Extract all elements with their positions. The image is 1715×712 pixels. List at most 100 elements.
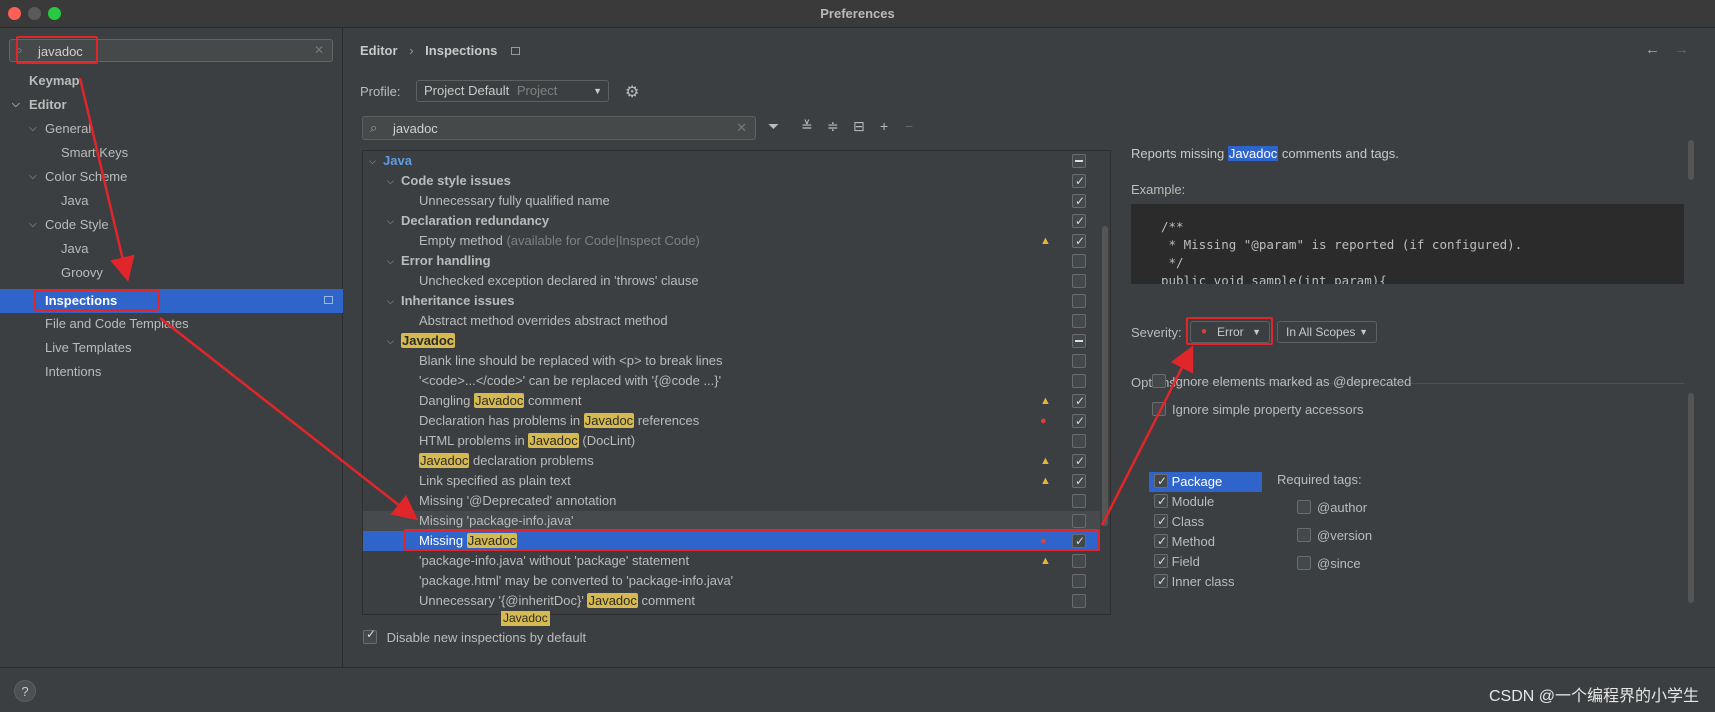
tree-checkbox[interactable]	[1072, 391, 1086, 411]
kind-inner-class[interactable]: Inner class	[1149, 571, 1262, 592]
collapse-all-icon[interactable]: ≑	[827, 118, 839, 135]
options-scrollbar[interactable]	[1688, 393, 1694, 603]
chevron-down-icon[interactable]: ⌵	[29, 166, 37, 188]
kind-method[interactable]: Method	[1149, 531, 1262, 552]
tag-checkbox[interactable]	[1297, 528, 1311, 542]
tree-checkbox[interactable]	[1072, 294, 1086, 308]
chevron-down-icon[interactable]: ⌵	[387, 251, 394, 271]
sidebar-item-groovy[interactable]: Groovy	[61, 262, 103, 284]
tree-row-pkg-info-without[interactable]: 'package-info.java' without 'package' st…	[363, 551, 1100, 571]
tree-row-abstract-overrides[interactable]: Abstract method overrides abstract metho…	[363, 311, 1100, 331]
expand-all-icon[interactable]: ≚	[801, 118, 813, 135]
kind-checkbox[interactable]	[1154, 531, 1168, 551]
scope-combo[interactable]: In All Scopes ▼	[1277, 321, 1377, 343]
sidebar-item-live-templates[interactable]: Live Templates	[45, 337, 131, 359]
kind-package[interactable]: Package	[1149, 471, 1262, 492]
kind-module[interactable]: Module	[1149, 491, 1262, 512]
tree-row-dangling[interactable]: Dangling Javadoc comment ▲	[363, 391, 1100, 411]
tree-row-missing-pkg-info[interactable]: Missing 'package-info.java'	[363, 511, 1100, 531]
sidebar-item-file-templates[interactable]: File and Code Templates	[45, 313, 189, 335]
tree-checkbox[interactable]	[1072, 211, 1086, 231]
forward-arrow-icon[interactable]: →	[1674, 41, 1703, 58]
tree-row-link-plain[interactable]: Link specified as plain text ▲	[363, 471, 1100, 491]
tree-row-pkg-html[interactable]: 'package.html' may be converted to 'pack…	[363, 571, 1100, 591]
kind-checkbox[interactable]	[1154, 571, 1168, 591]
profile-combo[interactable]: Project Default Project ▼	[416, 80, 609, 102]
sidebar-item-color-scheme-java[interactable]: Java	[61, 190, 88, 212]
gear-icon[interactable]: ⚙	[625, 82, 639, 102]
ignore-accessors-checkbox[interactable]	[1152, 402, 1166, 416]
inspection-search-input[interactable]: ⌕ javadoc ✕	[362, 116, 756, 140]
kind-checkbox[interactable]	[1154, 511, 1168, 531]
tree-row-code-style[interactable]: ⌵ Code style issues	[363, 171, 1100, 191]
chevron-down-icon[interactable]: ⌵	[29, 118, 37, 140]
chevron-down-icon[interactable]: ⌵	[387, 291, 394, 311]
breadcrumb-editor[interactable]: Editor	[360, 43, 398, 58]
clear-search-icon[interactable]: ✕	[736, 120, 747, 136]
tree-row-blank-line[interactable]: Blank line should be replaced with <p> t…	[363, 351, 1100, 371]
tree-checkbox[interactable]	[1072, 574, 1086, 588]
tree-row-jd-declaration[interactable]: Javadoc declaration problems ▲	[363, 451, 1100, 471]
tree-checkbox[interactable]	[1072, 434, 1086, 448]
reset-icon[interactable]: ⊟	[853, 118, 865, 135]
sidebar-item-code-style-java[interactable]: Java	[61, 238, 88, 260]
tree-checkbox[interactable]	[1072, 231, 1086, 251]
chevron-down-icon[interactable]: ⌵	[387, 171, 394, 191]
tree-row-html-problems[interactable]: HTML problems in Javadoc (DocLint)	[363, 431, 1100, 451]
ignore-accessors-option[interactable]: Ignore simple property accessors	[1152, 402, 1363, 417]
back-arrow-icon[interactable]: ←	[1645, 41, 1674, 58]
sidebar-item-intentions[interactable]: Intentions	[45, 361, 101, 383]
tree-row-javadoc[interactable]: ⌵ Javadoc	[363, 331, 1100, 351]
tree-row-code-replace[interactable]: '<code>...</code>' can be replaced with …	[363, 371, 1100, 391]
tree-checkbox[interactable]	[1072, 451, 1086, 471]
tree-row-java[interactable]: ⌵ Java	[363, 151, 1100, 171]
tree-checkbox[interactable]	[1072, 594, 1086, 608]
tree-row-error-handling[interactable]: ⌵ Error handling	[363, 251, 1100, 271]
tag-checkbox[interactable]	[1297, 556, 1311, 570]
kind-checkbox[interactable]	[1154, 551, 1168, 571]
ignore-deprecated-checkbox[interactable]	[1152, 374, 1166, 388]
tree-checkbox[interactable]	[1072, 314, 1086, 328]
chevron-down-icon[interactable]: ⌵	[387, 211, 394, 231]
tree-checkbox[interactable]	[1072, 154, 1086, 168]
description-scrollbar[interactable]	[1688, 140, 1694, 180]
disable-new-inspections[interactable]: Disable new inspections by default	[363, 627, 586, 645]
chevron-down-icon[interactable]: ⌵	[12, 94, 20, 116]
tree-checkbox[interactable]	[1072, 274, 1086, 288]
clear-search-icon[interactable]: ✕	[314, 43, 324, 57]
remove-icon[interactable]: −	[905, 118, 913, 134]
chevron-down-icon[interactable]: ⌵	[369, 151, 376, 171]
tree-checkbox[interactable]	[1072, 171, 1086, 191]
chevron-down-icon[interactable]: ⌵	[387, 331, 394, 351]
tree-row-decl-redundancy[interactable]: ⌵ Declaration redundancy	[363, 211, 1100, 231]
tree-checkbox[interactable]	[1072, 374, 1086, 388]
tree-scrollbar[interactable]	[1102, 226, 1108, 526]
tree-row-unchecked-exception[interactable]: Unchecked exception declared in 'throws'…	[363, 271, 1100, 291]
tree-checkbox[interactable]	[1072, 554, 1086, 568]
tree-checkbox[interactable]	[1072, 411, 1086, 431]
kind-field[interactable]: Field	[1149, 551, 1262, 572]
kind-checkbox[interactable]	[1154, 491, 1168, 511]
tree-row-unnecessary-fqn[interactable]: Unnecessary fully qualified name	[363, 191, 1100, 211]
tag-checkbox[interactable]	[1297, 500, 1311, 514]
tree-row-decl-problems[interactable]: Declaration has problems in Javadoc refe…	[363, 411, 1100, 431]
tree-row-missing-deprecated[interactable]: Missing '@Deprecated' annotation	[363, 491, 1100, 511]
help-button[interactable]: ?	[14, 680, 36, 702]
tree-row-unnecessary-inheritdoc[interactable]: Unnecessary '{@inheritDoc}' Javadoc comm…	[363, 591, 1100, 611]
sidebar-item-smart-keys[interactable]: Smart Keys	[61, 142, 128, 164]
tag-author[interactable]: @author	[1297, 500, 1367, 515]
tree-row-inheritance[interactable]: ⌵ Inheritance issues	[363, 291, 1100, 311]
tree-row-empty-method[interactable]: Empty method (available for Code|Inspect…	[363, 231, 1100, 251]
tag-version[interactable]: @version	[1297, 528, 1372, 543]
ignore-deprecated-option[interactable]: Ignore elements marked as @deprecated	[1152, 374, 1411, 389]
filter-icon[interactable]: ⏷	[768, 118, 779, 135]
tree-checkbox[interactable]	[1072, 514, 1086, 528]
sidebar-item-keymap[interactable]: Keymap	[29, 70, 80, 92]
tree-checkbox[interactable]	[1072, 191, 1086, 211]
tree-checkbox[interactable]	[1072, 494, 1086, 508]
tree-checkbox[interactable]	[1072, 254, 1086, 268]
tree-checkbox[interactable]	[1072, 471, 1086, 491]
chevron-down-icon[interactable]: ⌵	[29, 214, 37, 236]
disable-new-checkbox[interactable]	[363, 627, 377, 644]
kind-class[interactable]: Class	[1149, 511, 1262, 532]
